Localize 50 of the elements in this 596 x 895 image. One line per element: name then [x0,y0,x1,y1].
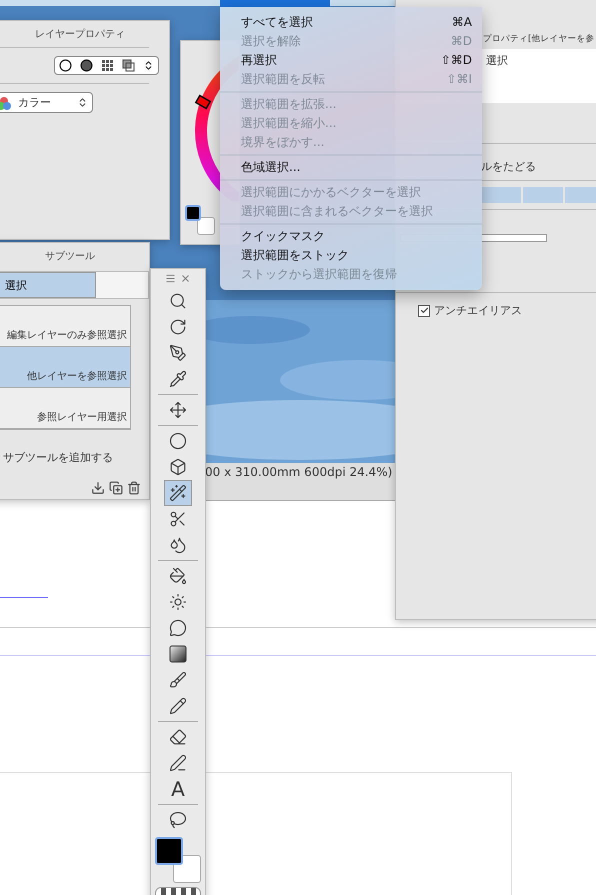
expression-selector[interactable] [54,56,159,75]
cube-icon [169,458,187,476]
panel-title: プロパティ[他レイヤーを参 [483,33,594,45]
color-swatch[interactable] [155,837,201,883]
pen-icon [169,754,187,772]
subtool-tab[interactable]: 選択 [0,272,96,298]
pen-nib-icon [169,344,187,362]
tool-button[interactable]: A [164,776,192,802]
circle-icon [59,59,72,72]
chevron-icon [143,60,154,71]
eraser-icon [169,728,187,746]
sun-icon [169,593,187,611]
dots-icon [101,59,114,72]
trash-icon[interactable] [127,481,141,495]
mode-select[interactable]: カラー [0,92,93,113]
panel-title: サブツール [44,250,96,264]
circle-icon [169,432,187,450]
rotate-icon [169,318,187,336]
menu-item[interactable]: 再選択 ⇧⌘D [220,51,482,70]
eyedropper-icon [169,370,187,388]
canvas-status: 00 x 310.00mm 600dpi 24.4%) [205,463,395,501]
close-icon[interactable] [180,273,191,284]
menu-item[interactable]: クイックマスク [220,227,482,246]
subtool-item[interactable]: 他レイヤーを参照選択 [0,347,130,388]
shaded-circle-icon [80,59,93,72]
move-icon [169,401,187,419]
search-icon [169,292,187,310]
duplicate-icon[interactable] [109,481,123,495]
panel-title: レイヤープロパティ [34,28,126,42]
droplets-icon [169,536,187,554]
menu-icon[interactable] [165,273,176,284]
download-icon[interactable] [91,481,105,495]
color-circles-icon [0,96,12,110]
brush-icon [169,671,187,689]
gradient-icon [169,645,187,663]
color-swatch[interactable] [185,205,215,235]
tool-button[interactable] [164,480,192,506]
menu-item[interactable]: すべてを選択 ⌘A [220,13,482,32]
checkbox-label: アンチエイリアス [434,303,522,318]
scissors-icon [169,510,187,528]
lasso-icon [169,811,187,829]
paint-bucket-icon [169,567,187,585]
menu-item[interactable]: 選択範囲をストック [220,246,482,265]
magic-wand-icon [169,484,187,502]
pencil-icon [169,697,187,715]
chevron-icon [77,97,88,108]
antialias-checkbox[interactable] [418,304,430,316]
layers-icon [122,59,135,72]
add-subtool-link[interactable]: サブツールを追加する [0,430,149,465]
speech-bubble-icon [169,619,187,637]
